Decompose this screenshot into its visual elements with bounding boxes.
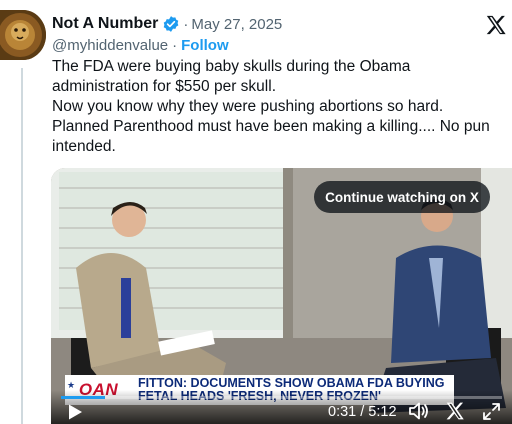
tweet-line: The FDA were buying baby skulls during t… [52, 58, 411, 95]
verified-badge-icon [162, 15, 180, 33]
date-separator: · [183, 15, 189, 33]
video-controls: 0:31 / 5:12 [51, 390, 512, 424]
follow-button[interactable]: Follow [181, 37, 229, 54]
post-date[interactable]: May 27, 2025 [191, 16, 282, 33]
play-icon[interactable] [66, 403, 84, 421]
progress-bar[interactable] [61, 396, 502, 399]
continue-watching-button[interactable]: Continue watching on X [314, 181, 490, 213]
author-row: Not A Number · May 27, 2025 [52, 13, 282, 35]
thread-line [21, 68, 23, 424]
volume-icon[interactable] [408, 401, 430, 421]
tweet-line: Planned Parenthood must have been making… [52, 118, 490, 155]
handle-row: @myhiddenvalue · Follow [52, 37, 229, 54]
tweet-text: The FDA were buying baby skulls during t… [52, 57, 507, 157]
x-logo-icon[interactable] [485, 14, 507, 36]
author-handle[interactable]: @myhiddenvalue [52, 37, 168, 54]
author-name[interactable]: Not A Number [52, 15, 158, 33]
avatar[interactable] [0, 10, 46, 60]
x-logo-icon[interactable] [445, 401, 465, 421]
progress-fill [61, 396, 106, 399]
time-display: 0:31 / 5:12 [328, 404, 397, 420]
fullscreen-icon[interactable] [482, 402, 501, 421]
tweet-line: Now you know why they were pushing abort… [52, 98, 444, 115]
handle-separator: · [172, 37, 178, 54]
video-player[interactable]: Continue watching on X ★ OAN FITTON: DOC… [51, 168, 512, 424]
